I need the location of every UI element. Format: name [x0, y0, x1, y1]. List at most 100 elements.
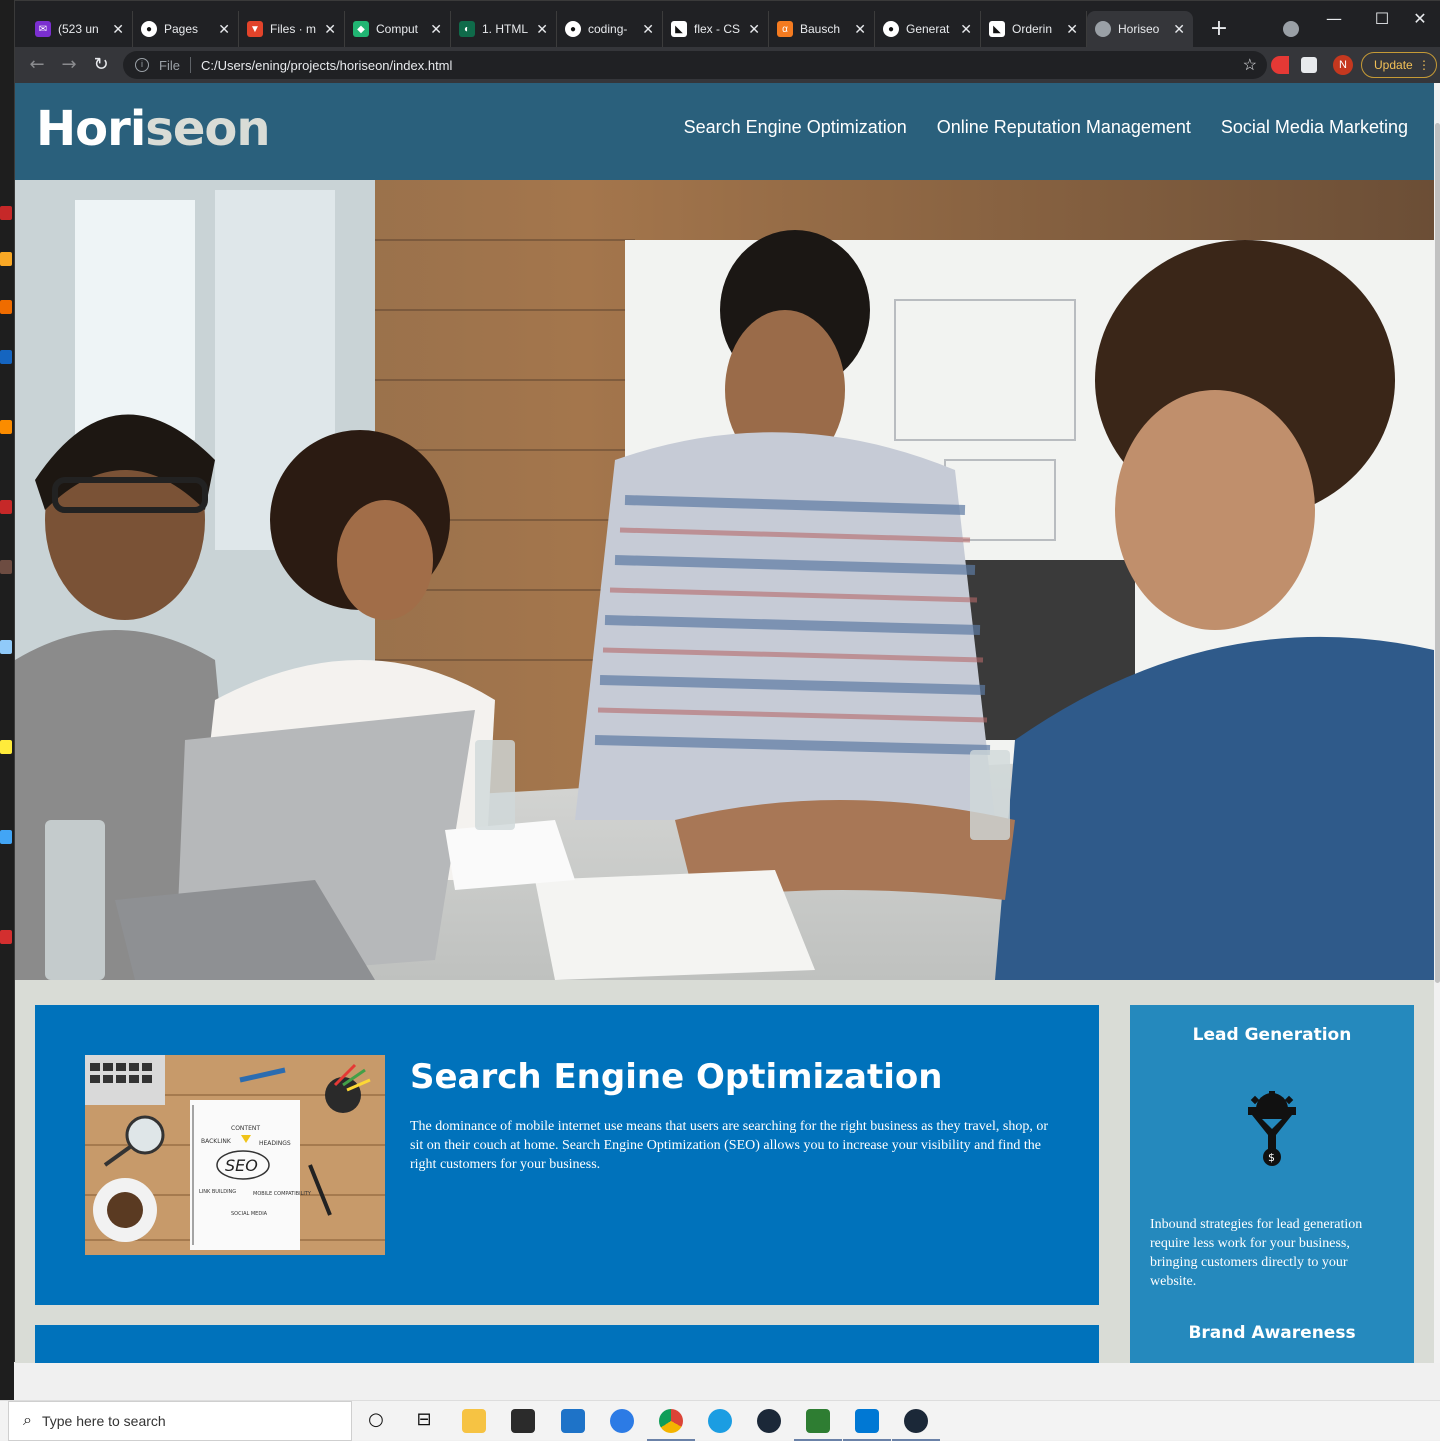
scrollbar-thumb[interactable]	[1435, 123, 1440, 983]
file-explorer-icon[interactable]	[462, 1409, 486, 1433]
background-windows-strip	[0, 0, 14, 1400]
cat-icon: ◣	[989, 21, 1005, 37]
store-icon[interactable]	[511, 1409, 535, 1433]
close-tab-icon[interactable]: ✕	[748, 21, 760, 38]
menu-kebab-icon[interactable]: ⋮	[1418, 53, 1430, 77]
new-tab-icon[interactable]: +	[1205, 15, 1233, 43]
update-label: Update	[1374, 58, 1413, 72]
github-icon: ●	[565, 21, 581, 37]
update-button[interactable]: Update ⋮	[1361, 52, 1437, 78]
gitlab-icon: ▼	[247, 21, 263, 37]
tab-label: (523 un	[58, 22, 99, 36]
benefits-sidebar: Lead Generation $ Inbound strategies for…	[1130, 1005, 1414, 1363]
tab-label: Files · m	[270, 22, 316, 36]
mail-icon: ✉	[35, 21, 51, 37]
app-icon[interactable]	[610, 1409, 634, 1433]
close-window-icon[interactable]: ✕	[1397, 9, 1440, 28]
tab-label: Comput	[376, 22, 419, 36]
app-icon	[0, 500, 12, 514]
tab-label: Orderin	[1012, 22, 1053, 36]
extension-icon[interactable]	[1271, 56, 1289, 74]
taskbar-search[interactable]: ⌕ Type here to search	[8, 1401, 352, 1441]
lead-funnel-icon: $	[1248, 1091, 1296, 1166]
app-icon	[0, 420, 12, 434]
nav-link-seo[interactable]: Search Engine Optimization	[684, 117, 907, 138]
site-header: Horiseon Search Engine Optimization Onli…	[15, 83, 1434, 180]
tab-strip: ✉ (523 un ✕ ● Pages ✕ ▼ Files · m ✕ ◆ Co…	[15, 1, 1440, 47]
tab[interactable]: ● Generat ✕	[875, 11, 981, 47]
app-icon	[0, 300, 12, 314]
seo-image-word: HEADINGS	[259, 1140, 291, 1147]
app-icon	[0, 206, 12, 220]
steam-icon[interactable]	[892, 1409, 940, 1441]
chrome-icon[interactable]	[647, 1409, 695, 1441]
minimize-icon[interactable]: —	[1311, 9, 1357, 28]
forward-icon[interactable]: →	[57, 53, 81, 77]
tab-label: coding-	[588, 22, 628, 36]
site-logo: Horiseon	[36, 101, 271, 157]
tab[interactable]: ◣ Orderin ✕	[981, 11, 1087, 47]
tab-label: Bausch	[800, 22, 841, 36]
search-placeholder: Type here to search	[41, 1413, 166, 1429]
cortana-icon[interactable]: ○	[364, 1409, 388, 1430]
mail-icon[interactable]	[561, 1409, 585, 1433]
edge-icon[interactable]	[708, 1409, 732, 1433]
seo-image-word: BACKLINK	[201, 1138, 232, 1145]
close-tab-icon[interactable]: ✕	[642, 21, 654, 38]
close-tab-icon[interactable]: ✕	[324, 21, 336, 38]
tab-label: Pages	[164, 22, 199, 36]
tab[interactable]: α Bausch ✕	[769, 11, 875, 47]
cat-icon: ◣	[671, 21, 687, 37]
tab[interactable]: ● Pages ✕	[133, 11, 239, 47]
site-nav: Search Engine Optimization Online Reputa…	[684, 117, 1408, 138]
app-icon	[0, 930, 12, 944]
tab[interactable]: ◣ flex - CS ✕	[663, 11, 769, 47]
github-icon: ●	[883, 21, 899, 37]
next-card	[35, 1325, 1099, 1363]
tab-search-icon[interactable]	[1283, 21, 1299, 37]
close-tab-icon[interactable]: ✕	[430, 21, 442, 38]
app-icon[interactable]	[794, 1409, 842, 1441]
back-icon[interactable]: ←	[25, 53, 49, 77]
address-url[interactable]: C:/Users/ening/projects/horiseon/index.h…	[201, 58, 452, 73]
close-tab-icon[interactable]: ✕	[854, 21, 866, 38]
extensions-puzzle-icon[interactable]	[1301, 57, 1317, 73]
page-viewport: Horiseon Search Engine Optimization Onli…	[15, 83, 1434, 1363]
close-tab-icon[interactable]: ✕	[1173, 21, 1185, 38]
info-icon[interactable]: i	[135, 58, 149, 72]
tab[interactable]: ▼ Files · m ✕	[239, 11, 345, 47]
tab-label: 1. HTML	[482, 22, 529, 36]
seo-heading: Search Engine Optimization	[410, 1057, 943, 1097]
bookmark-star-icon[interactable]: ☆	[1243, 55, 1257, 75]
close-tab-icon[interactable]: ✕	[1066, 21, 1078, 38]
address-scheme: File	[159, 57, 180, 73]
divider	[189, 57, 191, 73]
steam-icon[interactable]	[757, 1409, 781, 1433]
close-tab-icon[interactable]: ✕	[960, 21, 972, 38]
close-tab-icon[interactable]: ✕	[218, 21, 230, 38]
lead-generation-heading: Lead Generation	[1192, 1025, 1352, 1045]
tab[interactable]: ◐ 1. HTML ✕	[451, 11, 557, 47]
seo-image-word: MOBILE COMPATIBILITY	[253, 1191, 312, 1197]
address-bar[interactable]: i File C:/Users/ening/projects/horiseon/…	[123, 51, 1267, 79]
search-icon: ⌕	[23, 1412, 32, 1429]
tab-label: Horiseo	[1118, 22, 1160, 36]
nav-link-social[interactable]: Social Media Marketing	[1221, 117, 1408, 138]
profile-avatar[interactable]: N	[1333, 55, 1353, 75]
logo-main: Hori	[36, 101, 146, 157]
taskbar: ⌕ Type here to search ○ ⊟	[0, 1400, 1440, 1441]
app-icon	[0, 830, 12, 844]
seo-image-word: SEO	[225, 1156, 258, 1175]
tab-active[interactable]: Horiseo ✕	[1087, 11, 1193, 47]
nav-link-reputation[interactable]: Online Reputation Management	[937, 117, 1191, 138]
tab[interactable]: ◆ Comput ✕	[345, 11, 451, 47]
tab[interactable]: ✉ (523 un ✕	[27, 11, 133, 47]
close-tab-icon[interactable]: ✕	[112, 21, 124, 38]
reload-icon[interactable]: ↻	[89, 53, 113, 77]
vscode-icon[interactable]	[843, 1409, 891, 1441]
close-tab-icon[interactable]: ✕	[536, 21, 548, 38]
task-view-icon[interactable]: ⊟	[412, 1409, 436, 1430]
tab[interactable]: ● coding- ✕	[557, 11, 663, 47]
page-scrollbar[interactable]	[1434, 83, 1440, 1363]
app-icon	[0, 350, 12, 364]
